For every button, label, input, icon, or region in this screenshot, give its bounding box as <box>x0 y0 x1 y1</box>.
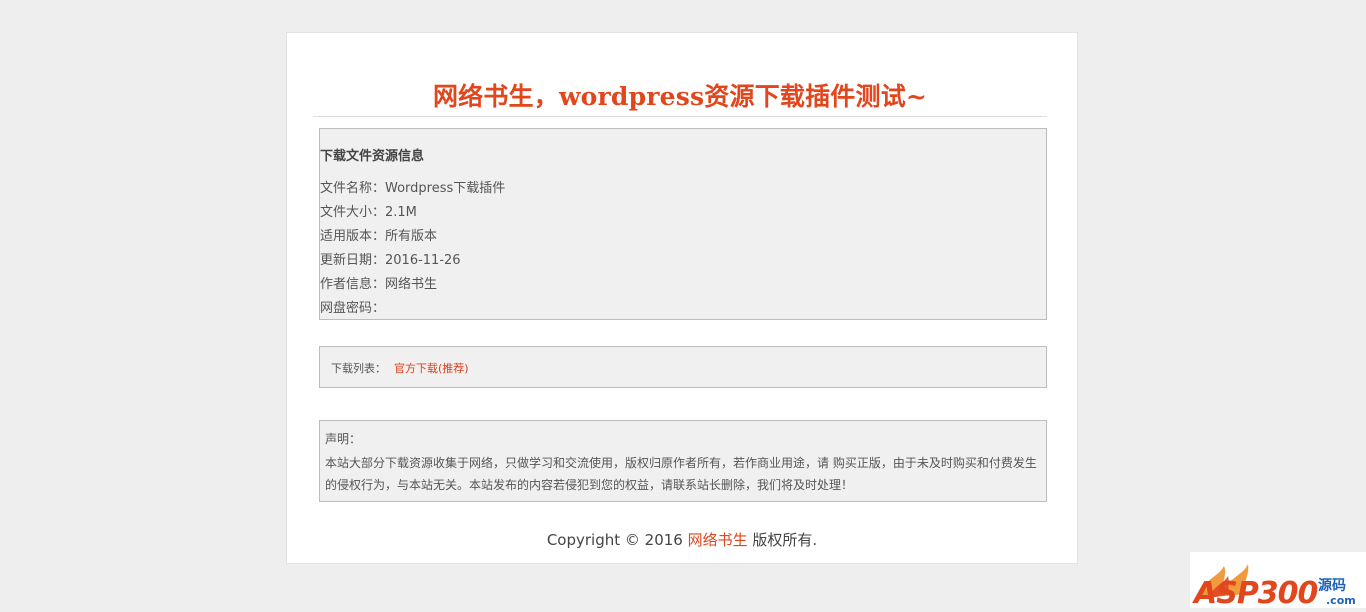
watermark-sub: 源码 <box>1318 577 1346 594</box>
content-card: 网络书生，wordpress资源下载插件测试~ 下载文件资源信息 文件名称：Wo… <box>286 32 1078 564</box>
copyright-footer: Copyright © 2016 网络书生 版权所有. <box>287 529 1077 550</box>
page-title: 网络书生，wordpress资源下载插件测试~ <box>432 82 928 111</box>
copyright-suffix: 版权所有. <box>747 531 818 549</box>
site-brand-link[interactable]: 网络书生 <box>688 531 748 549</box>
disclaimer-box: 声明： 本站大部分下载资源收集于网络，只做学习和交流使用，版权归原作者所有，若作… <box>319 420 1047 502</box>
title-divider <box>313 116 1047 117</box>
official-download-link[interactable]: 官方下载(推荐) <box>394 360 469 376</box>
download-list-label: 下载列表： <box>331 362 386 375</box>
version-row: 适用版本：所有版本 <box>320 229 438 244</box>
watermark-domain: .com <box>1326 594 1356 607</box>
watermark-text: ASP300 <box>1192 576 1318 608</box>
copyright-prefix: Copyright © 2016 <box>546 531 688 549</box>
asp300-watermark-logo: ASP300 源码 .com <box>1190 552 1366 611</box>
disclaimer-title: 声明： <box>325 432 362 446</box>
flame-logo-icon: ASP300 源码 .com <box>1192 564 1356 611</box>
download-list-box: 下载列表： 官方下载(推荐) <box>319 346 1047 388</box>
update-date-row: 更新日期：2016-11-26 <box>320 253 461 268</box>
file-size-row: 文件大小：2.1M <box>320 205 417 220</box>
author-row: 作者信息：网络书生 <box>320 277 438 292</box>
password-row: 网盘密码： <box>320 301 386 316</box>
file-info-heading: 下载文件资源信息 <box>320 149 425 164</box>
disclaimer-text: 本站大部分下载资源收集于网络，只做学习和交流使用，版权归原作者所有，若作商业用途… <box>325 456 1037 492</box>
file-name-row: 文件名称：Wordpress下载插件 <box>320 181 506 196</box>
file-info-box: 下载文件资源信息 文件名称：Wordpress下载插件 文件大小：2.1M 适用… <box>319 128 1047 320</box>
